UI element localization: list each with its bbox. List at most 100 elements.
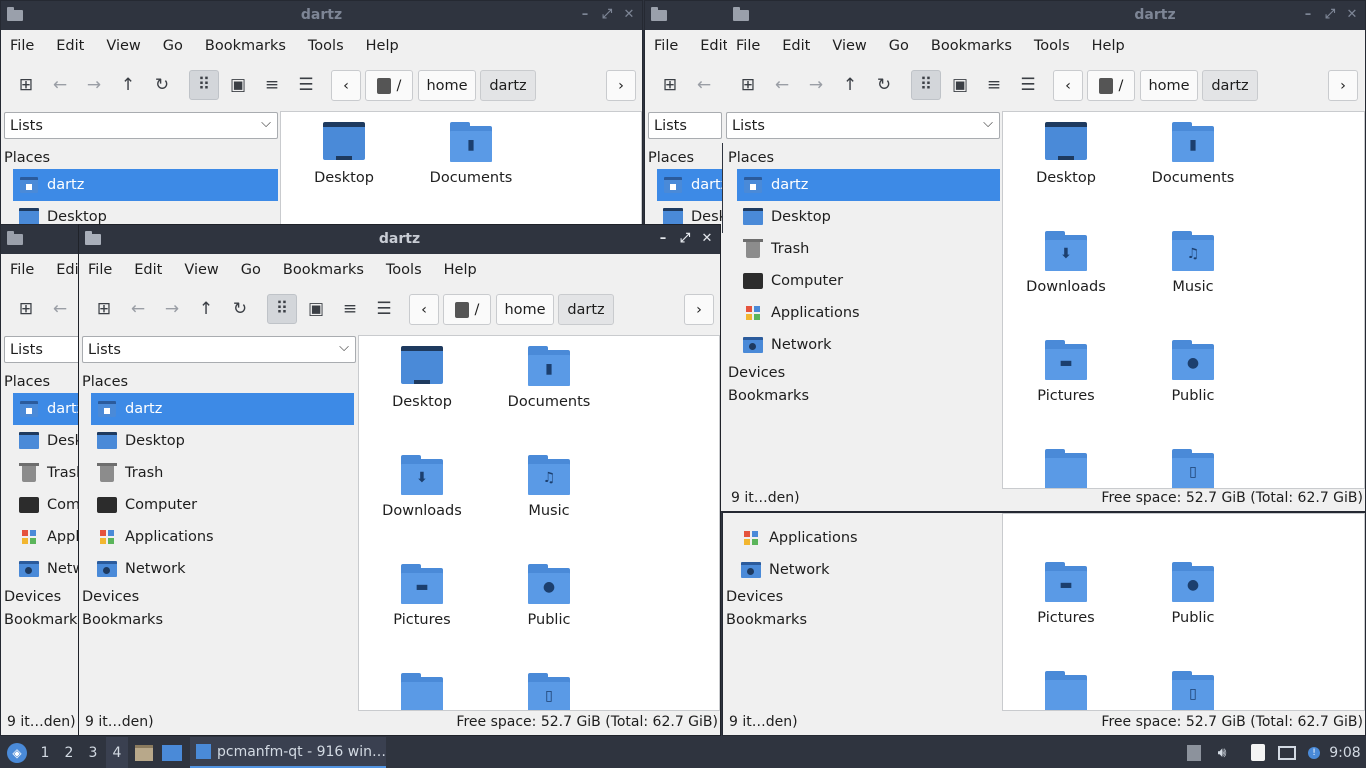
file-item-folder[interactable]	[1011, 671, 1121, 710]
reload-icon[interactable]: ↻	[225, 294, 255, 324]
file-item-documents[interactable]: ▮ Documents	[1138, 122, 1248, 186]
file-item-pictures[interactable]: ▬ Pictures	[367, 564, 477, 628]
clipboard-icon[interactable]	[1248, 737, 1268, 768]
back-arrow-icon[interactable]: ←	[45, 294, 75, 324]
sidebar-item-desktop[interactable]: Desktop	[737, 201, 831, 233]
detailed-view-icon[interactable]: ☰	[1013, 70, 1043, 100]
menu-go[interactable]: Go	[163, 38, 183, 54]
back-arrow-icon[interactable]: ←	[689, 70, 719, 100]
side-pane-mode-select[interactable]: Lists	[4, 336, 79, 363]
workspace-1[interactable]: 1	[34, 737, 56, 768]
menu-edit[interactable]: Edit	[134, 262, 162, 278]
menu-bookmarks[interactable]: Bookmarks	[931, 38, 1012, 54]
menu-view[interactable]: View	[106, 38, 140, 54]
workspace-3[interactable]: 3	[82, 737, 104, 768]
file-manager-window-bottom-right[interactable]: Applications Network Devices Bookmarks ▬…	[722, 512, 1366, 736]
side-pane-mode-select[interactable]: Lists	[648, 112, 722, 139]
file-manager-window-bottom-left[interactable]: File Edit ⊞ ← Lists Places dartz Desktop…	[0, 224, 80, 736]
sidebar-item-trash[interactable]: Trash	[13, 457, 79, 489]
close-icon[interactable]: ✕	[622, 8, 636, 22]
crumb-home[interactable]: home	[418, 70, 476, 101]
file-item-public[interactable]: ● Public	[1138, 562, 1248, 626]
back-arrow-icon[interactable]: ←	[767, 70, 797, 100]
menu-go[interactable]: Go	[241, 262, 261, 278]
file-item-templates[interactable]: ▯	[494, 673, 604, 710]
new-tab-icon[interactable]: ⊞	[733, 70, 763, 100]
menu-help[interactable]: Help	[366, 38, 399, 54]
back-arrow-icon[interactable]: ←	[45, 70, 75, 100]
sidebar-item-computer[interactable]: Computer	[91, 489, 197, 521]
file-item-templates[interactable]: ▯	[1138, 449, 1248, 488]
menu-file[interactable]: File	[88, 262, 112, 278]
maximize-icon[interactable]: ⤢	[600, 8, 614, 22]
new-tab-icon[interactable]: ⊞	[11, 294, 41, 324]
file-item-templates[interactable]: ▯	[1138, 671, 1248, 710]
file-item-folder[interactable]	[367, 673, 477, 710]
file-item-desktop[interactable]: Desktop	[1011, 122, 1121, 186]
notification-icon[interactable]: !	[1302, 737, 1326, 768]
forward-arrow-icon[interactable]: →	[801, 70, 831, 100]
menu-help[interactable]: Help	[444, 262, 477, 278]
file-item-music[interactable]: ♫ Music	[494, 455, 604, 519]
menu-bookmarks[interactable]: Bookmarks	[283, 262, 364, 278]
file-item-documents[interactable]: ▮ Documents	[416, 122, 526, 186]
minimize-icon[interactable]: –	[578, 8, 592, 22]
file-manager-window-top-right[interactable]: dartz – ⤢ ✕ File Edit File Edit View Go Bo…	[644, 0, 1366, 512]
detailed-view-icon[interactable]: ☰	[291, 70, 321, 100]
file-item-public[interactable]: ● Public	[494, 564, 604, 628]
sidebar-item-dartz[interactable]: dartz	[13, 169, 278, 201]
volume-icon[interactable]: 🔊︎	[1212, 737, 1232, 768]
show-desktop-icon[interactable]	[161, 737, 183, 768]
sidebar-item-computer[interactable]: Computer	[737, 265, 843, 297]
menu-file[interactable]: File	[10, 38, 34, 54]
up-arrow-icon[interactable]: ↑	[191, 294, 221, 324]
sidebar-item-desktop[interactable]: Desktop	[91, 425, 185, 457]
icon-view-icon[interactable]: ⠿	[189, 70, 219, 100]
chevron-right-icon[interactable]: ›	[606, 70, 636, 101]
menu-edit[interactable]: Edit	[700, 38, 728, 54]
side-pane-mode-select[interactable]: Lists ⌵	[82, 336, 356, 363]
compact-view-icon[interactable]: ≡	[979, 70, 1009, 100]
file-item-pictures[interactable]: ▬ Pictures	[1011, 340, 1121, 404]
sidebar-item-applications[interactable]: Applications	[91, 521, 214, 553]
sidebar-item-dartz[interactable]: dartz	[737, 169, 1000, 201]
sidebar-item-trash[interactable]: Trash	[91, 457, 163, 489]
minimize-icon[interactable]: –	[656, 232, 670, 246]
sidebar-item-trash[interactable]: Trash	[737, 233, 809, 265]
title-bar[interactable]: dartz – ⤢ ✕	[1, 1, 642, 30]
network-status-icon[interactable]	[1276, 737, 1298, 768]
crumb-root[interactable]: /	[1087, 70, 1135, 101]
sidebar-item-desktop[interactable]: Desktop	[13, 425, 79, 457]
up-arrow-icon[interactable]: ↑	[835, 70, 865, 100]
minimize-icon[interactable]: –	[1301, 8, 1315, 22]
menu-edit[interactable]: Edit	[56, 38, 84, 54]
side-pane-mode-select[interactable]: Lists ⌵	[726, 112, 1000, 139]
file-item-public[interactable]: ● Public	[1138, 340, 1248, 404]
maximize-icon[interactable]: ⤢	[678, 232, 692, 246]
file-view[interactable]: ▬ Pictures ● Public ▯	[1002, 513, 1365, 711]
chevron-right-icon[interactable]: ›	[684, 294, 714, 325]
sidebar-item-network[interactable]: Network	[735, 554, 830, 586]
thumbnail-view-icon[interactable]: ▣	[301, 294, 331, 324]
crumb-home[interactable]: home	[496, 294, 554, 325]
reload-icon[interactable]: ↻	[147, 70, 177, 100]
crumb-dartz[interactable]: dartz	[558, 294, 614, 325]
chevron-right-icon[interactable]: ›	[1328, 70, 1358, 101]
workspace-4[interactable]: 4	[106, 737, 128, 768]
new-tab-icon[interactable]: ⊞	[11, 70, 41, 100]
file-view[interactable]: Desktop ▮ Documents ⬇ Downloads ♫ Music ▬ Pi…	[358, 335, 720, 711]
file-view[interactable]: Desktop ▮ Documents ⬇ Downloads ♫ Music ▬ Pi…	[1002, 111, 1365, 489]
maximize-icon[interactable]: ⤢	[1323, 8, 1337, 22]
thumbnail-view-icon[interactable]: ▣	[945, 70, 975, 100]
file-item-documents[interactable]: ▮ Documents	[494, 346, 604, 410]
menu-edit[interactable]: Edit	[782, 38, 810, 54]
menu-file[interactable]: File	[654, 38, 678, 54]
menu-view[interactable]: View	[184, 262, 218, 278]
new-tab-icon[interactable]: ⊞	[655, 70, 685, 100]
file-item-pictures[interactable]: ▬ Pictures	[1011, 562, 1121, 626]
file-item-music[interactable]: ♫ Music	[1138, 231, 1248, 295]
menu-help[interactable]: Help	[1092, 38, 1125, 54]
menu-file[interactable]: File	[10, 262, 34, 278]
compact-view-icon[interactable]: ≡	[257, 70, 287, 100]
detailed-view-icon[interactable]: ☰	[369, 294, 399, 324]
